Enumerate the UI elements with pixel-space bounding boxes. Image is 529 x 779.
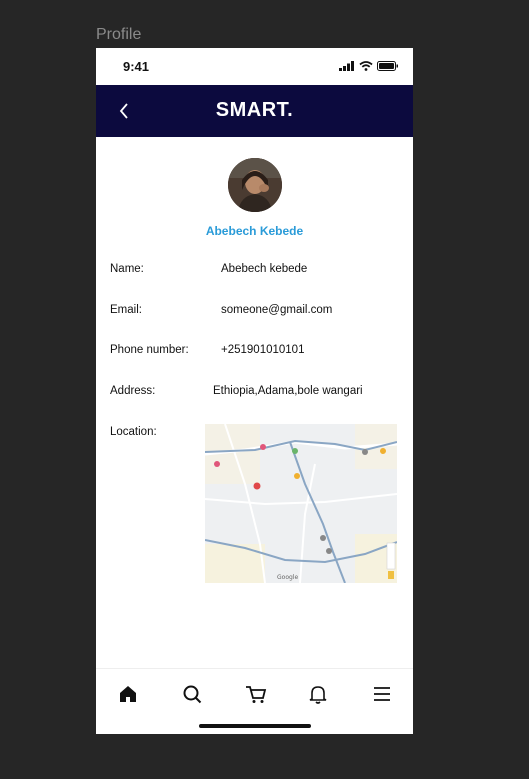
cart-icon [246, 686, 267, 703]
field-value-phone: +251901010101 [221, 344, 305, 356]
frame-label: Profile [96, 26, 142, 43]
bell-icon [309, 686, 327, 704]
profile-name: Abebech Kebede [205, 224, 304, 238]
tab-notifications[interactable] [305, 681, 331, 707]
status-icons [339, 61, 399, 71]
avatar-photo [228, 158, 282, 212]
map-graphic: Google [205, 424, 397, 583]
field-label-location: Location: [110, 426, 157, 438]
wifi-icon [359, 61, 373, 71]
field-label-name: Name: [110, 263, 144, 275]
home-indicator [199, 724, 311, 728]
search-icon [183, 685, 202, 704]
menu-icon [374, 687, 390, 701]
field-label-email: Email: [110, 304, 142, 316]
tab-cart[interactable] [243, 681, 269, 707]
tab-search[interactable] [179, 681, 205, 707]
field-label-address: Address: [110, 385, 156, 397]
top-navbar: SMART. [96, 85, 413, 137]
map-attribution: Google [277, 574, 298, 581]
location-map[interactable]: Google [205, 424, 397, 583]
phone-screen: 9:41 SMART. Abebech Kebede Name: Abebech… [96, 48, 413, 734]
home-icon [120, 686, 136, 702]
field-label-phone: Phone number: [110, 344, 189, 356]
field-value-name: Abebech kebede [221, 263, 308, 275]
signal-icon [339, 61, 354, 71]
tab-menu[interactable] [369, 681, 395, 707]
status-bar: 9:41 [96, 48, 413, 85]
brand-logo-text: SMART. [215, 99, 294, 121]
field-value-email: someone@gmail.com [221, 304, 333, 316]
status-time: 9:41 [123, 59, 150, 74]
field-value-address: Ethiopia,Adama,bole wangari [213, 385, 363, 397]
avatar [228, 158, 282, 212]
battery-icon [377, 61, 398, 71]
tab-home[interactable] [115, 681, 141, 707]
